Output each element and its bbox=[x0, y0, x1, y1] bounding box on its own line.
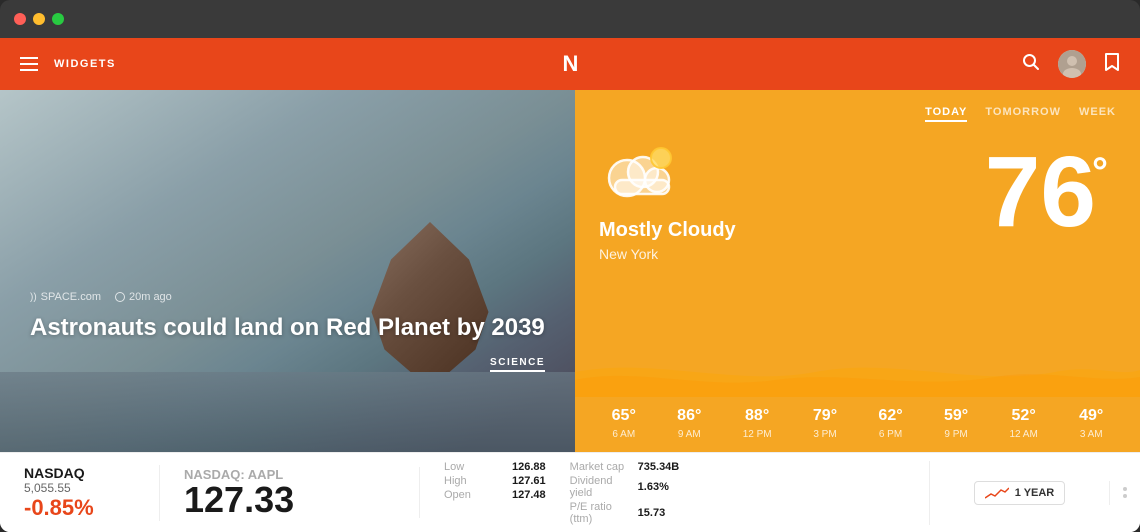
hero-source: SPACE.com 20m ago bbox=[30, 291, 545, 303]
nav-right bbox=[1022, 50, 1120, 78]
nasdaq-change: -0.85% bbox=[24, 495, 135, 521]
chart-btn-label: 1 YEAR bbox=[1015, 487, 1055, 499]
hour-label: 6 AM bbox=[612, 429, 635, 440]
hour-item: 62° 6 PM bbox=[878, 407, 902, 440]
market-cap-label: Market cap bbox=[570, 461, 630, 473]
pe-label: P/E ratio (ttm) bbox=[570, 501, 630, 525]
minimize-button[interactable] bbox=[33, 13, 45, 25]
aapl-price: 127.33 bbox=[184, 482, 395, 518]
clock-icon bbox=[115, 292, 125, 302]
navbar: WIDGETS N bbox=[0, 38, 1140, 90]
main-content: SPACE.com 20m ago Astronauts could land … bbox=[0, 90, 1140, 452]
hero-water bbox=[0, 372, 575, 452]
nasdaq-value: 5,055.55 bbox=[24, 481, 135, 495]
hour-temp: 86° bbox=[677, 407, 701, 425]
hour-temp: 52° bbox=[1012, 407, 1036, 425]
dividend-label: Dividend yield bbox=[570, 475, 630, 499]
hour-item: 79° 3 PM bbox=[813, 407, 837, 440]
tab-tomorrow[interactable]: TOMORROW bbox=[985, 106, 1061, 122]
cloud-icon bbox=[599, 142, 679, 202]
stat-col-mpe: Market cap 735.34B Dividend yield 1.63% … bbox=[570, 461, 680, 525]
degree-symbol: ° bbox=[1092, 152, 1108, 192]
hour-item: 52° 12 AM bbox=[1009, 407, 1037, 440]
low-value: 126.88 bbox=[512, 461, 546, 473]
open-label: Open bbox=[444, 489, 504, 501]
app-container: WIDGETS N bbox=[0, 38, 1140, 532]
hour-temp: 62° bbox=[878, 407, 902, 425]
pe-value: 15.73 bbox=[638, 507, 666, 519]
nasdaq-name: NASDAQ bbox=[24, 465, 135, 481]
weather-wave bbox=[575, 352, 1140, 397]
dividend-value: 1.63% bbox=[638, 481, 669, 493]
hero-caption: SPACE.com 20m ago Astronauts could land … bbox=[30, 291, 545, 372]
widgets-label: WIDGETS bbox=[54, 58, 116, 70]
hour-label: 9 AM bbox=[678, 429, 701, 440]
chart-area: 1 YEAR bbox=[930, 481, 1110, 505]
hour-temp: 49° bbox=[1079, 407, 1103, 425]
weather-city: New York bbox=[599, 246, 985, 262]
tab-week[interactable]: WEEK bbox=[1079, 106, 1116, 122]
hero-tag[interactable]: SCIENCE bbox=[490, 357, 545, 372]
aapl-price-value: 127.33 bbox=[184, 479, 294, 520]
hamburger-menu[interactable] bbox=[20, 57, 38, 71]
stat-low: Low 126.88 bbox=[444, 461, 546, 473]
hour-temp: 65° bbox=[612, 407, 636, 425]
hour-temp: 79° bbox=[813, 407, 837, 425]
ticker-aapl: NASDAQ: AAPL 127.33 bbox=[160, 467, 420, 518]
stat-dividend: Dividend yield 1.63% bbox=[570, 475, 680, 499]
hourly-forecast: 65° 6 AM 86° 9 AM 88° 12 PM 79° 3 PM 62° 6 PM 59° 9… bbox=[575, 399, 1140, 452]
hero-area: SPACE.com 20m ago Astronauts could land … bbox=[0, 90, 575, 452]
ticker-stats: Low 126.88 High 127.61 Open 127.48 Marke… bbox=[420, 461, 930, 525]
search-icon[interactable] bbox=[1022, 53, 1040, 76]
open-value: 127.48 bbox=[512, 489, 546, 501]
hour-label: 3 AM bbox=[1080, 429, 1103, 440]
stat-col-lho: Low 126.88 High 127.61 Open 127.48 bbox=[444, 461, 546, 525]
weather-tabs: TODAY TOMORROW WEEK bbox=[575, 90, 1140, 132]
maximize-button[interactable] bbox=[52, 13, 64, 25]
chart-mini-icon bbox=[985, 486, 1009, 500]
hour-label: 12 PM bbox=[743, 429, 772, 440]
hour-item: 59° 9 PM bbox=[944, 407, 968, 440]
stat-open: Open 127.48 bbox=[444, 489, 546, 501]
ticker-more[interactable] bbox=[1110, 487, 1140, 498]
dot-1 bbox=[1123, 487, 1127, 491]
hour-item: 65° 6 AM bbox=[612, 407, 636, 440]
stat-pe: P/E ratio (ttm) 15.73 bbox=[570, 501, 680, 525]
weather-condition: Mostly Cloudy bbox=[599, 218, 985, 242]
market-cap-value: 735.34B bbox=[638, 461, 680, 473]
hour-label: 9 PM bbox=[944, 429, 967, 440]
ticker-nasdaq: NASDAQ 5,055.55 -0.85% bbox=[0, 465, 160, 521]
hero-title: Astronauts could land on Red Planet by 2… bbox=[30, 313, 545, 343]
bookmark-icon[interactable] bbox=[1104, 52, 1120, 77]
close-button[interactable] bbox=[14, 13, 26, 25]
hour-label: 12 AM bbox=[1009, 429, 1037, 440]
time-ago: 20m ago bbox=[129, 291, 172, 303]
source-name: SPACE.com bbox=[30, 291, 101, 303]
stat-market-cap: Market cap 735.34B bbox=[570, 461, 680, 473]
hour-item: 49° 3 AM bbox=[1079, 407, 1103, 440]
tab-today[interactable]: TODAY bbox=[925, 106, 967, 122]
hour-item: 86° 9 AM bbox=[677, 407, 701, 440]
hour-temp: 88° bbox=[745, 407, 769, 425]
nav-logo: N bbox=[563, 51, 578, 77]
avatar[interactable] bbox=[1058, 50, 1086, 78]
weather-widget: TODAY TOMORROW WEEK Mostly Cloud bbox=[575, 90, 1140, 452]
hour-item: 88° 12 PM bbox=[743, 407, 772, 440]
bottom-ticker: NASDAQ 5,055.55 -0.85% NASDAQ: AAPL 127.… bbox=[0, 452, 1140, 532]
chart-1year-button[interactable]: 1 YEAR bbox=[974, 481, 1066, 505]
high-value: 127.61 bbox=[512, 475, 546, 487]
hero-time: 20m ago bbox=[115, 291, 172, 303]
high-label: High bbox=[444, 475, 504, 487]
stat-high: High 127.61 bbox=[444, 475, 546, 487]
hour-temp: 59° bbox=[944, 407, 968, 425]
low-label: Low bbox=[444, 461, 504, 473]
dot-2 bbox=[1123, 494, 1127, 498]
hour-label: 6 PM bbox=[879, 429, 902, 440]
titlebar bbox=[0, 0, 1140, 38]
hour-label: 3 PM bbox=[813, 429, 836, 440]
